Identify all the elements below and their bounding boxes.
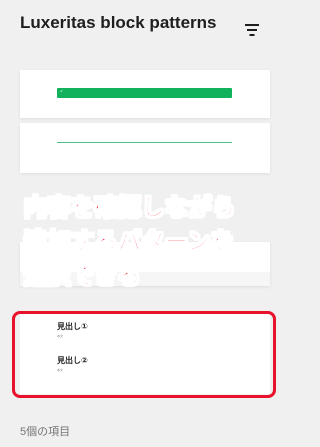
green-separator-line [57, 142, 232, 143]
annotation-line-1: 内容を確認しながら [24, 194, 236, 221]
annotation-text: 内容を確認しながら 追加するパターンを 選択できる [24, 190, 274, 292]
block-patterns-panel: Luxeritas block patterns ↙ 内容を確認しながら 追加す… [0, 0, 292, 447]
pattern-preview-button-block[interactable]: ↙ [20, 70, 270, 118]
green-button-text: ↙ [60, 88, 64, 93]
annotation-line-2: 追加するパターンを [24, 228, 235, 255]
highlight-frame [12, 311, 276, 398]
filter-icon [245, 23, 259, 41]
filter-button[interactable] [240, 20, 264, 44]
annotation-line-3: 選択できる [24, 262, 142, 289]
item-count-label: 5個の項目 [20, 426, 71, 438]
green-button-preview: ↙ [57, 88, 232, 98]
pattern-preview-separator[interactable] [20, 123, 270, 173]
panel-title: Luxeritas block patterns [20, 13, 217, 32]
